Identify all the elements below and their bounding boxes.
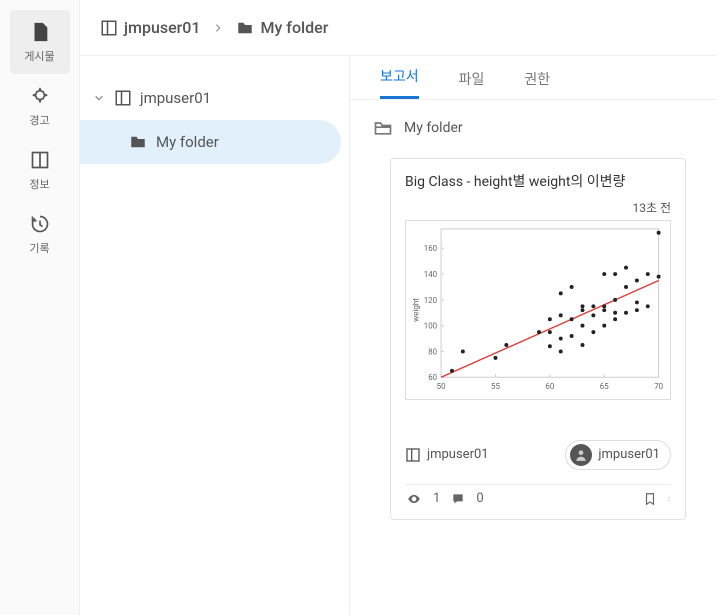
svg-text:100: 100 — [424, 321, 437, 330]
breadcrumb-folder-label: My folder — [261, 18, 329, 37]
chart-thumbnail: weight 60 80 100 120 140 160 50 55 60 65 70 — [405, 220, 671, 400]
folder-icon — [235, 19, 255, 37]
history-icon — [28, 212, 52, 236]
bookmark-button[interactable] — [643, 491, 657, 507]
author-chip[interactable]: jmpuser01 — [565, 440, 671, 470]
breadcrumb-root[interactable]: jmpuser01 — [100, 18, 201, 37]
comments-count: 0 — [476, 491, 483, 506]
sidebar-item-alerts[interactable]: 경고 — [10, 74, 70, 138]
card-footer: jmpuser01 jmpuser01 — [405, 430, 671, 478]
svg-text:65: 65 — [600, 382, 609, 391]
svg-text:160: 160 — [424, 244, 437, 253]
views-count: 1 — [433, 491, 440, 506]
y-axis-label: weight — [411, 298, 420, 322]
author-name: jmpuser01 — [598, 447, 660, 462]
views-icon — [405, 492, 423, 506]
space-icon — [405, 447, 421, 463]
card-timestamp: 13초 전 — [405, 199, 671, 216]
sidebar-item-posts[interactable]: 게시물 — [10, 10, 70, 74]
folder-open-icon — [372, 118, 394, 138]
info-icon — [28, 148, 52, 172]
svg-text:50: 50 — [437, 382, 446, 391]
scatter-chart: 60 80 100 120 140 160 50 55 60 65 70 — [406, 221, 670, 399]
space-icon — [100, 19, 118, 37]
content-tabs: 보고서 파일 권한 — [350, 56, 716, 100]
tab-files[interactable]: 파일 — [459, 69, 485, 99]
breadcrumb: jmpuser01 My folder — [80, 0, 716, 56]
content-panel: 보고서 파일 권한 My folder Big Class - height별 … — [350, 56, 716, 615]
folder-tree: jmpuser01 My folder — [80, 56, 350, 615]
space-icon — [114, 89, 132, 107]
card-actions: 1 0 — [405, 484, 671, 513]
folder-icon — [128, 133, 148, 151]
svg-text:120: 120 — [424, 295, 437, 304]
card-space[interactable]: jmpuser01 — [405, 447, 489, 463]
sidebar-label: 정보 — [29, 176, 49, 192]
tree-item-folder[interactable]: My folder — [80, 120, 341, 164]
avatar-icon — [570, 444, 592, 466]
report-card[interactable]: Big Class - height별 weight의 이변량 13초 전 we… — [390, 158, 686, 520]
sidebar-label: 경고 — [29, 112, 49, 128]
tree-root[interactable]: jmpuser01 — [80, 76, 349, 120]
svg-text:55: 55 — [491, 382, 500, 391]
breadcrumb-folder[interactable]: My folder — [235, 18, 329, 37]
tree-folder-label: My folder — [156, 133, 219, 151]
chevron-down-icon[interactable] — [94, 93, 106, 103]
tree-root-label: jmpuser01 — [140, 89, 211, 107]
tab-permissions[interactable]: 권한 — [524, 69, 550, 99]
comments-icon — [450, 492, 466, 506]
sidebar-item-info[interactable]: 정보 — [10, 138, 70, 202]
folder-name: My folder — [404, 120, 463, 136]
card-space-label: jmpuser01 — [427, 447, 489, 462]
svg-text:60: 60 — [428, 373, 437, 382]
svg-text:80: 80 — [428, 347, 437, 356]
breadcrumb-root-label: jmpuser01 — [124, 18, 201, 37]
more-button[interactable] — [667, 491, 671, 507]
current-folder-row[interactable]: My folder — [350, 100, 716, 148]
svg-text:140: 140 — [424, 270, 437, 279]
alert-icon — [28, 84, 52, 108]
tab-reports[interactable]: 보고서 — [380, 66, 419, 99]
svg-text:70: 70 — [654, 382, 663, 391]
card-title: Big Class - height별 weight의 이변량 — [405, 173, 671, 193]
posts-icon — [28, 20, 52, 44]
svg-text:60: 60 — [545, 382, 554, 391]
chevron-right-icon — [213, 23, 223, 33]
sidebar-label: 기록 — [29, 240, 49, 256]
sidebar-label: 게시물 — [24, 48, 54, 64]
sidebar-item-history[interactable]: 기록 — [10, 202, 70, 266]
main-sidebar: 게시물 경고 정보 기록 — [0, 0, 80, 615]
